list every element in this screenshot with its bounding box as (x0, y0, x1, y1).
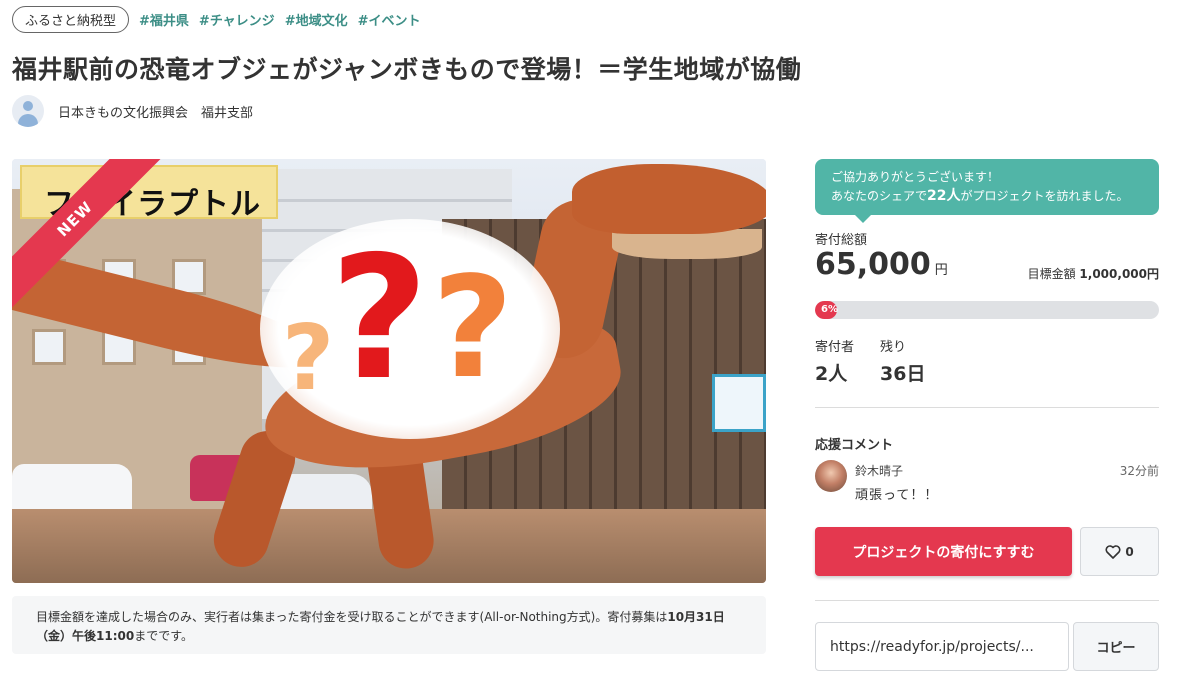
share-count: 22人 (927, 188, 961, 204)
note-suffix: までです。 (134, 629, 194, 643)
raised-label: 寄付総額 (815, 233, 868, 248)
supporters-stat: 寄付者 2人 (815, 340, 855, 385)
comments-title: 応援コメント (815, 438, 894, 453)
page-title: 福井駅前の恐竜オブジェがジャンボきもので登場！＝学生地域が協働 (12, 55, 802, 84)
all-or-nothing-note: 目標金額を達成した場合のみ、実行者は集まった寄付金を受け取ることができます(Al… (12, 596, 766, 654)
hashtag-link[interactable]: #イベント (358, 10, 421, 29)
like-count: 0 (1125, 544, 1134, 559)
info-sign (712, 374, 766, 432)
progress-bar: 6% (815, 301, 1159, 319)
question-mark-icon: ? (282, 306, 335, 411)
like-button[interactable]: 0 (1080, 527, 1159, 576)
comment-item[interactable]: 鈴木晴子 32分前 頑張って！！ (815, 460, 1159, 503)
commenter-avatar (815, 460, 847, 492)
remaining-stat: 残り 36日 (880, 340, 926, 385)
commenter-name: 鈴木晴子 (855, 464, 904, 478)
share-thanks-box: ご協力ありがとうございます！ あなたのシェアで22人がプロジェクトを訪れました。 (815, 159, 1159, 223)
new-ribbon-label: NEW (53, 197, 97, 241)
supporters-count: 2人 (815, 363, 848, 385)
dinosaur-head (572, 164, 766, 234)
owner-name[interactable]: 日本きもの文化振興会 福井支部 (58, 102, 253, 121)
comment-text: 頑張って！！ (855, 488, 939, 503)
hashtag-link[interactable]: #チャレンジ (199, 10, 275, 29)
share-thanks-line: ご協力ありがとうございます！ (831, 170, 1000, 184)
copy-button[interactable]: コピー (1073, 622, 1159, 671)
funding-panel: ご協力ありがとうございます！ あなたのシェアで22人がプロジェクトを訪れました。… (815, 159, 1159, 671)
note-text: 目標金額を達成した場合のみ、実行者は集まった寄付金を受け取ることができます(Al… (36, 610, 668, 624)
share-visits-line: あなたのシェアで22人がプロジェクトを訪れました。 (831, 188, 1129, 204)
comment-time: 32分前 (1119, 464, 1159, 478)
hashtag-link[interactable]: #福井県 (139, 10, 189, 29)
goal-amount: 目標金額 1,000,000円 (1027, 267, 1159, 281)
hashtag-link[interactable]: #地域文化 (285, 10, 348, 29)
category-tag[interactable]: ふるさと納税型 (12, 5, 130, 33)
share-url-field[interactable] (815, 622, 1069, 671)
remaining-days: 36日 (880, 363, 926, 385)
owner-avatar-icon (12, 95, 44, 127)
new-ribbon: NEW (12, 159, 162, 309)
progress-fill: 6% (815, 301, 838, 319)
donate-button[interactable]: プロジェクトの寄付にすすむ (815, 527, 1072, 576)
divider (815, 407, 1159, 408)
tag-bar: ふるさと納税型 #福井県 #チャレンジ #地域文化 #イベント (12, 5, 421, 33)
stats: 寄付者 2人 残り 36日 (815, 336, 925, 386)
project-owner[interactable]: 日本きもの文化振興会 福井支部 (12, 95, 253, 127)
raised-amount: 65,000 円 (815, 247, 948, 282)
divider (815, 600, 1159, 601)
question-mark-icon: ? (330, 220, 429, 418)
question-mark-icon: ? (432, 247, 514, 410)
heart-icon (1105, 544, 1121, 559)
